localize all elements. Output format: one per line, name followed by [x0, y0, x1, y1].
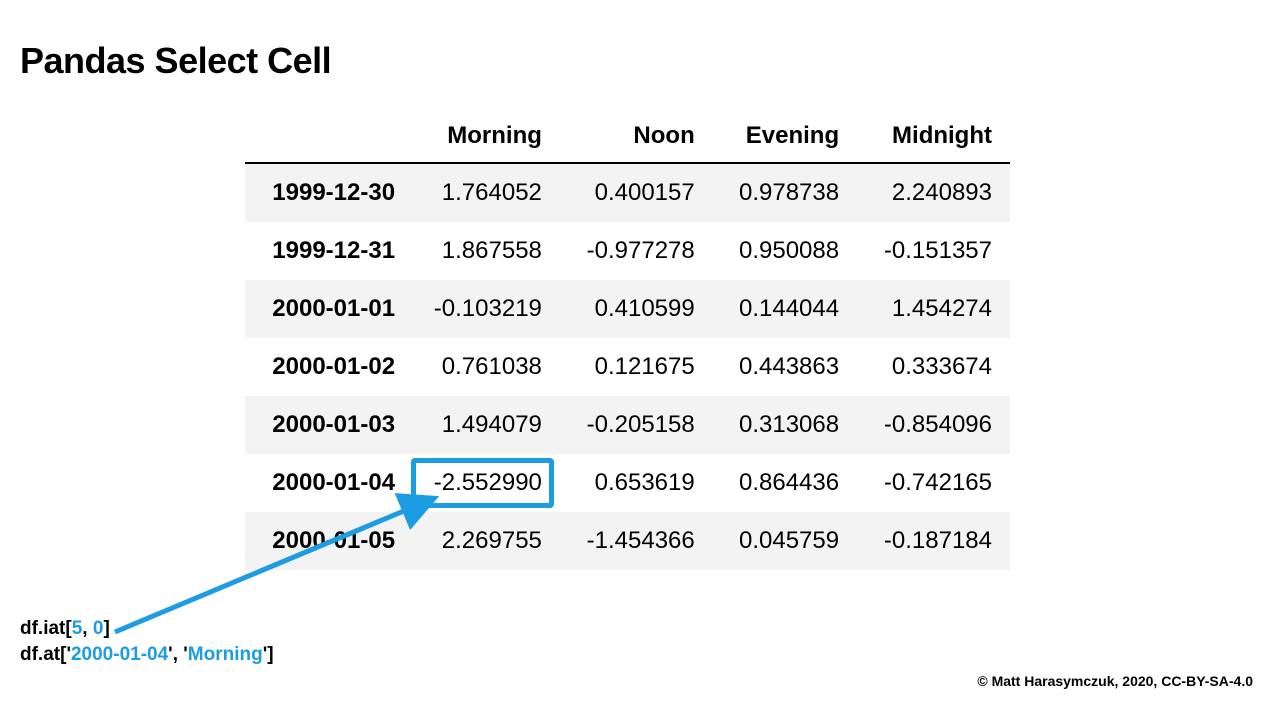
col-header: Midnight — [857, 110, 1010, 163]
cell: 0.313068 — [713, 396, 857, 454]
code-line-at: df.at['2000-01-04', 'Morning'] — [20, 642, 274, 668]
cell: -0.205158 — [560, 396, 713, 454]
cell: 1.867558 — [407, 222, 560, 280]
col-header: Noon — [560, 110, 713, 163]
cell: 0.978738 — [713, 163, 857, 222]
cell-value: -2.552990 — [434, 469, 542, 496]
row-index: 2000-01-05 — [245, 512, 407, 570]
row-index: 1999-12-30 — [245, 163, 407, 222]
code-line-iat: df.iat[5, 0] — [20, 616, 274, 642]
cell: 0.950088 — [713, 222, 857, 280]
row-index: 2000-01-02 — [245, 338, 407, 396]
cell: -0.977278 — [560, 222, 713, 280]
cell: 2.240893 — [857, 163, 1010, 222]
cell: -0.854096 — [857, 396, 1010, 454]
cell: -0.151357 — [857, 222, 1010, 280]
cell: 0.400157 — [560, 163, 713, 222]
cell: 1.494079 — [407, 396, 560, 454]
cell: -0.103219 — [407, 280, 560, 338]
cell: 1.764052 — [407, 163, 560, 222]
cell: 0.653619 — [560, 454, 713, 512]
table-row: 2000-01-01 -0.103219 0.410599 0.144044 1… — [245, 280, 1010, 338]
table-header-row: Morning Noon Evening Midnight — [245, 110, 1010, 163]
cell: 0.864436 — [713, 454, 857, 512]
col-header: Evening — [713, 110, 857, 163]
page-title: Pandas Select Cell — [20, 40, 331, 82]
cell: 0.121675 — [560, 338, 713, 396]
highlighted-cell: -2.552990 — [407, 454, 560, 512]
code-example: df.iat[5, 0] df.at['2000-01-04', 'Mornin… — [20, 616, 274, 667]
dataframe-table: Morning Noon Evening Midnight 1999-12-30… — [245, 110, 1010, 570]
cell: 1.454274 — [857, 280, 1010, 338]
table-row: 2000-01-03 1.494079 -0.205158 0.313068 -… — [245, 396, 1010, 454]
cell: 0.144044 — [713, 280, 857, 338]
cell: 0.045759 — [713, 512, 857, 570]
table-corner — [245, 110, 407, 163]
cell: 2.269755 — [407, 512, 560, 570]
table-row: 1999-12-30 1.764052 0.400157 0.978738 2.… — [245, 163, 1010, 222]
cell: -0.187184 — [857, 512, 1010, 570]
col-header: Morning — [407, 110, 560, 163]
table-row: 2000-01-02 0.761038 0.121675 0.443863 0.… — [245, 338, 1010, 396]
cell: -1.454366 — [560, 512, 713, 570]
table-row: 2000-01-05 2.269755 -1.454366 0.045759 -… — [245, 512, 1010, 570]
row-index: 2000-01-01 — [245, 280, 407, 338]
table-row: 2000-01-04 -2.552990 0.653619 0.864436 -… — [245, 454, 1010, 512]
copyright: © Matt Harasymczuk, 2020, CC-BY-SA-4.0 — [977, 673, 1253, 689]
row-index: 2000-01-03 — [245, 396, 407, 454]
cell: 0.443863 — [713, 338, 857, 396]
table-row: 1999-12-31 1.867558 -0.977278 0.950088 -… — [245, 222, 1010, 280]
row-index: 2000-01-04 — [245, 454, 407, 512]
row-index: 1999-12-31 — [245, 222, 407, 280]
cell: 0.333674 — [857, 338, 1010, 396]
cell: -0.742165 — [857, 454, 1010, 512]
cell: 0.761038 — [407, 338, 560, 396]
cell: 0.410599 — [560, 280, 713, 338]
